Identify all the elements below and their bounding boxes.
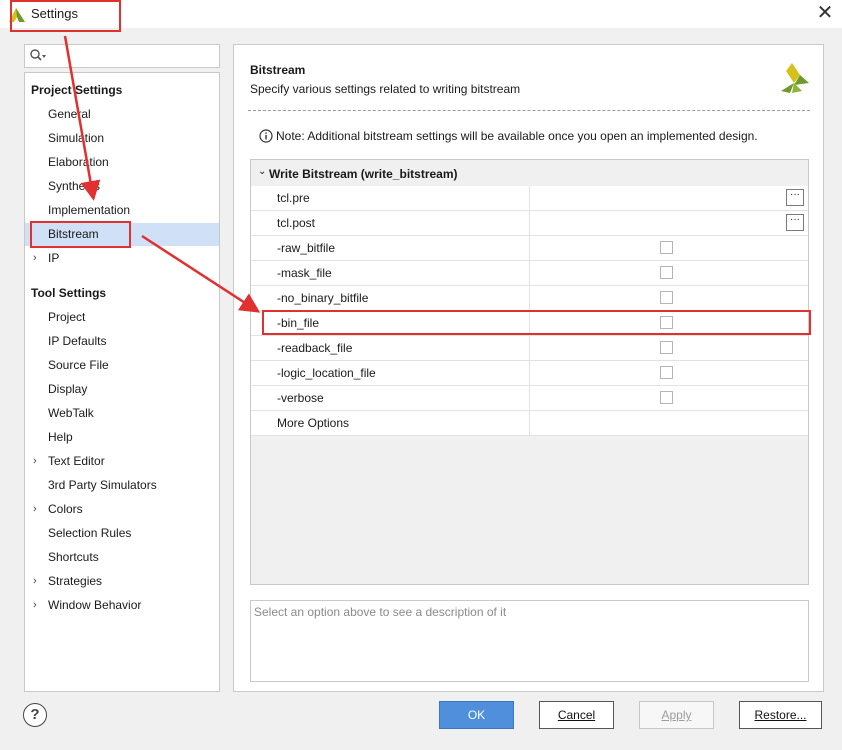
arrow-to-bitstream bbox=[63, 35, 101, 201]
annotation-arrows bbox=[63, 35, 261, 313]
arrow-to-bin-file bbox=[141, 234, 261, 313]
